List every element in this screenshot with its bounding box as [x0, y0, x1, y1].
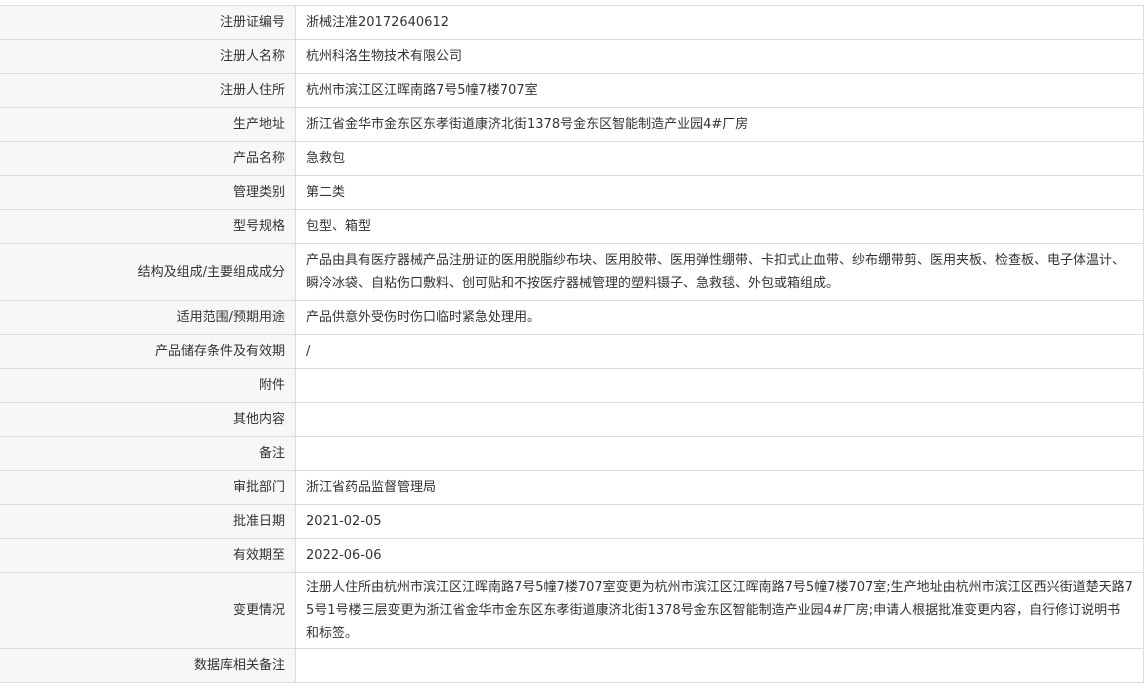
field-label: 备注 — [0, 436, 296, 471]
field-value: 杭州市滨江区江晖南路7号5幢7楼707室 — [295, 73, 1144, 108]
table-row: 适用范围/预期用途 产品供意外受伤时伤口临时紧急处理用。 — [0, 300, 1144, 335]
table-row: 产品储存条件及有效期 / — [0, 334, 1144, 369]
table-row: 数据库相关备注 — [0, 648, 1144, 683]
table-row: 其他内容 — [0, 402, 1144, 437]
registration-detail-table: 注册证编号 浙械注准20172640612 注册人名称 杭州科洛生物技术有限公司… — [0, 5, 1144, 683]
table-row: 注册人住所 杭州市滨江区江晖南路7号5幢7楼707室 — [0, 73, 1144, 108]
table-row: 附件 — [0, 368, 1144, 403]
field-label: 管理类别 — [0, 175, 296, 210]
field-label: 注册证编号 — [0, 5, 296, 40]
field-label: 其他内容 — [0, 402, 296, 437]
field-label: 变更情况 — [0, 572, 296, 649]
field-value: 急救包 — [295, 141, 1144, 176]
field-label: 型号规格 — [0, 209, 296, 244]
table-row: 注册人名称 杭州科洛生物技术有限公司 — [0, 39, 1144, 74]
table-row: 型号规格 包型、箱型 — [0, 209, 1144, 244]
field-value — [295, 648, 1144, 683]
field-label: 批准日期 — [0, 504, 296, 539]
field-label: 结构及组成/主要组成成分 — [0, 243, 296, 301]
field-value: 第二类 — [295, 175, 1144, 210]
field-value: 2022-06-06 — [295, 538, 1144, 573]
field-value — [295, 436, 1144, 471]
field-value: 浙江省药品监督管理局 — [295, 470, 1144, 505]
field-value — [295, 402, 1144, 437]
table-row: 批准日期 2021-02-05 — [0, 504, 1144, 539]
field-label: 注册人住所 — [0, 73, 296, 108]
field-label: 产品储存条件及有效期 — [0, 334, 296, 369]
field-label: 注册人名称 — [0, 39, 296, 74]
field-value: 2021-02-05 — [295, 504, 1144, 539]
table-row: 结构及组成/主要组成成分 产品由具有医疗器械产品注册证的医用脱脂纱布块、医用胶带… — [0, 243, 1144, 301]
field-label: 数据库相关备注 — [0, 648, 296, 683]
field-value: 杭州科洛生物技术有限公司 — [295, 39, 1144, 74]
field-value: 包型、箱型 — [295, 209, 1144, 244]
field-label: 适用范围/预期用途 — [0, 300, 296, 335]
field-value: 浙江省金华市金东区东孝街道康济北街1378号金东区智能制造产业园4#厂房 — [295, 107, 1144, 142]
field-label: 附件 — [0, 368, 296, 403]
field-label: 审批部门 — [0, 470, 296, 505]
table-row: 变更情况 注册人住所由杭州市滨江区江晖南路7号5幢7楼707室变更为杭州市滨江区… — [0, 572, 1144, 649]
field-value: 浙械注准20172640612 — [295, 5, 1144, 40]
field-value — [295, 368, 1144, 403]
table-row: 产品名称 急救包 — [0, 141, 1144, 176]
table-row: 备注 — [0, 436, 1144, 471]
field-label: 有效期至 — [0, 538, 296, 573]
field-value: 产品由具有医疗器械产品注册证的医用脱脂纱布块、医用胶带、医用弹性绷带、卡扣式止血… — [295, 243, 1144, 301]
field-label: 产品名称 — [0, 141, 296, 176]
table-row: 注册证编号 浙械注准20172640612 — [0, 5, 1144, 40]
table-row: 有效期至 2022-06-06 — [0, 538, 1144, 573]
field-value: 产品供意外受伤时伤口临时紧急处理用。 — [295, 300, 1144, 335]
table-row: 审批部门 浙江省药品监督管理局 — [0, 470, 1144, 505]
field-value: 注册人住所由杭州市滨江区江晖南路7号5幢7楼707室变更为杭州市滨江区江晖南路7… — [295, 572, 1144, 649]
table-row: 生产地址 浙江省金华市金东区东孝街道康济北街1378号金东区智能制造产业园4#厂… — [0, 107, 1144, 142]
field-label: 生产地址 — [0, 107, 296, 142]
table-row: 管理类别 第二类 — [0, 175, 1144, 210]
field-value: / — [295, 334, 1144, 369]
